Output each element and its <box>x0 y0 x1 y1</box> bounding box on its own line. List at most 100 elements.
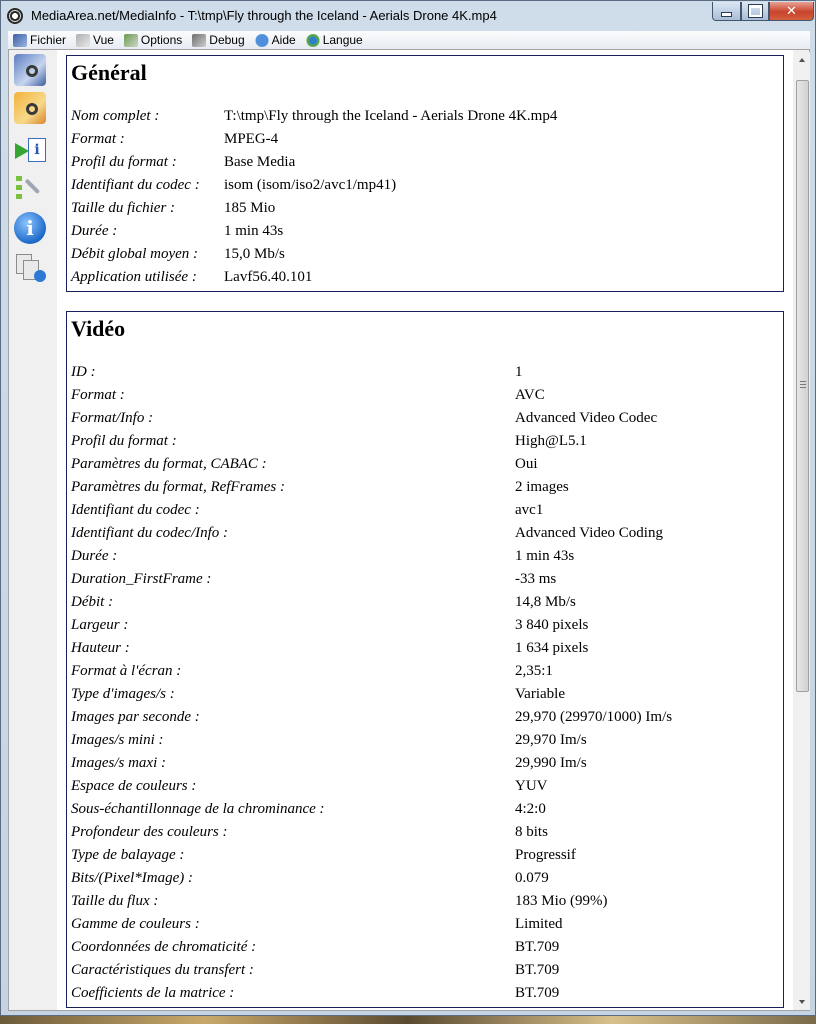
info-value: BT.709 <box>515 985 560 1001</box>
preferences-button[interactable] <box>14 172 46 204</box>
info-key: Identifiant du codec : <box>71 177 200 193</box>
menu-aide[interactable]: Aide <box>254 33 296 47</box>
close-icon: ✕ <box>786 3 797 19</box>
info-key: Duration_FirstFrame : <box>71 571 212 587</box>
info-value: 29,970 Im/s <box>515 732 587 748</box>
info-key: Profil du format : <box>71 154 177 170</box>
info-value: Advanced Video Coding <box>515 525 663 541</box>
info-key: Coefficients de la matrice : <box>71 985 235 1001</box>
view-icon <box>76 33 91 47</box>
info-key: Profil du format : <box>71 433 177 449</box>
language-icon <box>305 33 320 47</box>
menu-label: Debug <box>209 33 245 47</box>
info-key: Durée : <box>71 548 118 564</box>
options-icon <box>123 33 138 47</box>
info-value: 185 Mio <box>224 200 276 216</box>
info-key: Format : <box>71 131 125 147</box>
minimize-icon <box>721 12 732 17</box>
mediainfo-app-icon[interactable] <box>7 8 23 24</box>
maximize-button[interactable] <box>741 2 769 21</box>
grip-icon <box>800 381 806 388</box>
menu-bar: Fichier Vue Options Debug Aide Langue <box>8 31 810 49</box>
info-value: 29,970 (29970/1000) Im/s <box>515 709 673 725</box>
desktop-background <box>0 1016 816 1024</box>
app-window: MediaArea.net/MediaInfo - T:\tmp\Fly thr… <box>0 0 816 1016</box>
menu-label: Fichier <box>30 33 67 47</box>
info-key: Profondeur des couleurs : <box>71 824 228 840</box>
info-value: Base Media <box>224 154 296 170</box>
menu-options[interactable]: Options <box>123 33 183 47</box>
scroll-thumb[interactable] <box>796 80 809 692</box>
debug-icon <box>192 33 207 47</box>
menu-label: Vue <box>93 33 114 47</box>
info-value: BT.709 <box>515 962 560 978</box>
info-key: Paramètres du format, RefFrames : <box>71 479 285 495</box>
info-key: Sous-échantillonnage de la chrominance : <box>71 801 325 817</box>
video-title: Vidéo <box>71 316 126 341</box>
info-key: Taille du fichier : <box>71 200 176 216</box>
info-key: Bits/(Pixel*Image) : <box>71 870 194 886</box>
globe-icon <box>34 270 46 282</box>
maximize-icon <box>747 4 763 18</box>
info-value: 1 634 pixels <box>515 640 589 656</box>
client-area: i i Général Nom complet : T:\tmp\Fly thro… <box>8 49 810 1011</box>
menu-langue[interactable]: Langue <box>305 33 363 47</box>
info-value: MPEG-4 <box>224 131 279 147</box>
info-key: Type de balayage : <box>71 847 185 863</box>
menu-fichier[interactable]: Fichier <box>13 33 66 47</box>
title-bar[interactable]: MediaArea.net/MediaInfo - T:\tmp\Fly thr… <box>1 1 815 31</box>
scroll-up-button[interactable] <box>795 52 810 68</box>
info-value: 1 min 43s <box>515 548 575 564</box>
copy-button[interactable] <box>14 252 46 284</box>
info-value: Progressif <box>515 847 576 863</box>
info-key: Débit : <box>71 594 114 610</box>
help-icon <box>254 33 269 47</box>
general-section: Général Nom complet : T:\tmp\Fly through … <box>66 55 784 292</box>
info-value: 2,35:1 <box>515 663 553 679</box>
info-value: Limited <box>515 916 563 932</box>
info-key: Hauteur : <box>71 640 130 656</box>
vertical-scrollbar[interactable] <box>795 52 810 1010</box>
info-value: AVC <box>515 387 545 403</box>
scroll-down-button[interactable] <box>795 994 810 1010</box>
side-toolbar: i i <box>9 50 55 1010</box>
info-value: isom (isom/iso2/avc1/mp41) <box>224 177 397 193</box>
info-value: avc1 <box>515 502 544 518</box>
info-value: 183 Mio (99%) <box>515 893 608 909</box>
info-key: Taille du flux : <box>71 893 159 909</box>
open-folder-button[interactable] <box>14 92 46 124</box>
preferences-icon <box>16 176 22 200</box>
info-key: Images/s mini : <box>71 732 164 748</box>
export-button[interactable]: i <box>14 134 46 166</box>
about-button[interactable]: i <box>14 212 46 244</box>
info-value: -33 ms <box>515 571 557 587</box>
info-value: 1 <box>515 364 523 380</box>
info-key: Nom complet : <box>71 108 160 124</box>
general-title: Général <box>71 60 147 85</box>
info-value: T:\tmp\Fly through the Iceland - Aerials… <box>224 108 558 124</box>
info-key: Format à l'écran : <box>71 663 182 679</box>
info-key: Type d'images/s : <box>71 686 175 702</box>
menu-label: Options <box>140 33 183 47</box>
info-value: 29,990 Im/s <box>515 755 587 771</box>
info-value: 15,0 Mb/s <box>224 246 285 262</box>
info-value: 2 images <box>515 479 569 495</box>
close-button[interactable]: ✕ <box>769 2 814 21</box>
info-key: Identifiant du codec : <box>71 502 200 518</box>
open-file-button[interactable] <box>14 54 46 86</box>
info-key: Caractéristiques du transfert : <box>71 962 254 978</box>
menu-debug[interactable]: Debug <box>192 33 245 47</box>
info-key: Identifiant du codec/Info : <box>71 525 229 541</box>
info-value: 3 840 pixels <box>515 617 589 633</box>
info-key: Application utilisée : <box>71 269 197 285</box>
info-value: Lavf56.40.101 <box>224 269 313 285</box>
info-value: BT.709 <box>515 939 560 955</box>
info-value: 14,8 Mb/s <box>515 594 576 610</box>
minimize-button[interactable] <box>712 2 741 21</box>
menu-label: Aide <box>271 33 296 47</box>
file-icon <box>13 33 27 47</box>
about-icon: i <box>26 216 34 240</box>
info-key: Paramètres du format, CABAC : <box>71 456 267 472</box>
menu-vue[interactable]: Vue <box>76 33 114 47</box>
info-value: 1 min 43s <box>224 223 284 239</box>
